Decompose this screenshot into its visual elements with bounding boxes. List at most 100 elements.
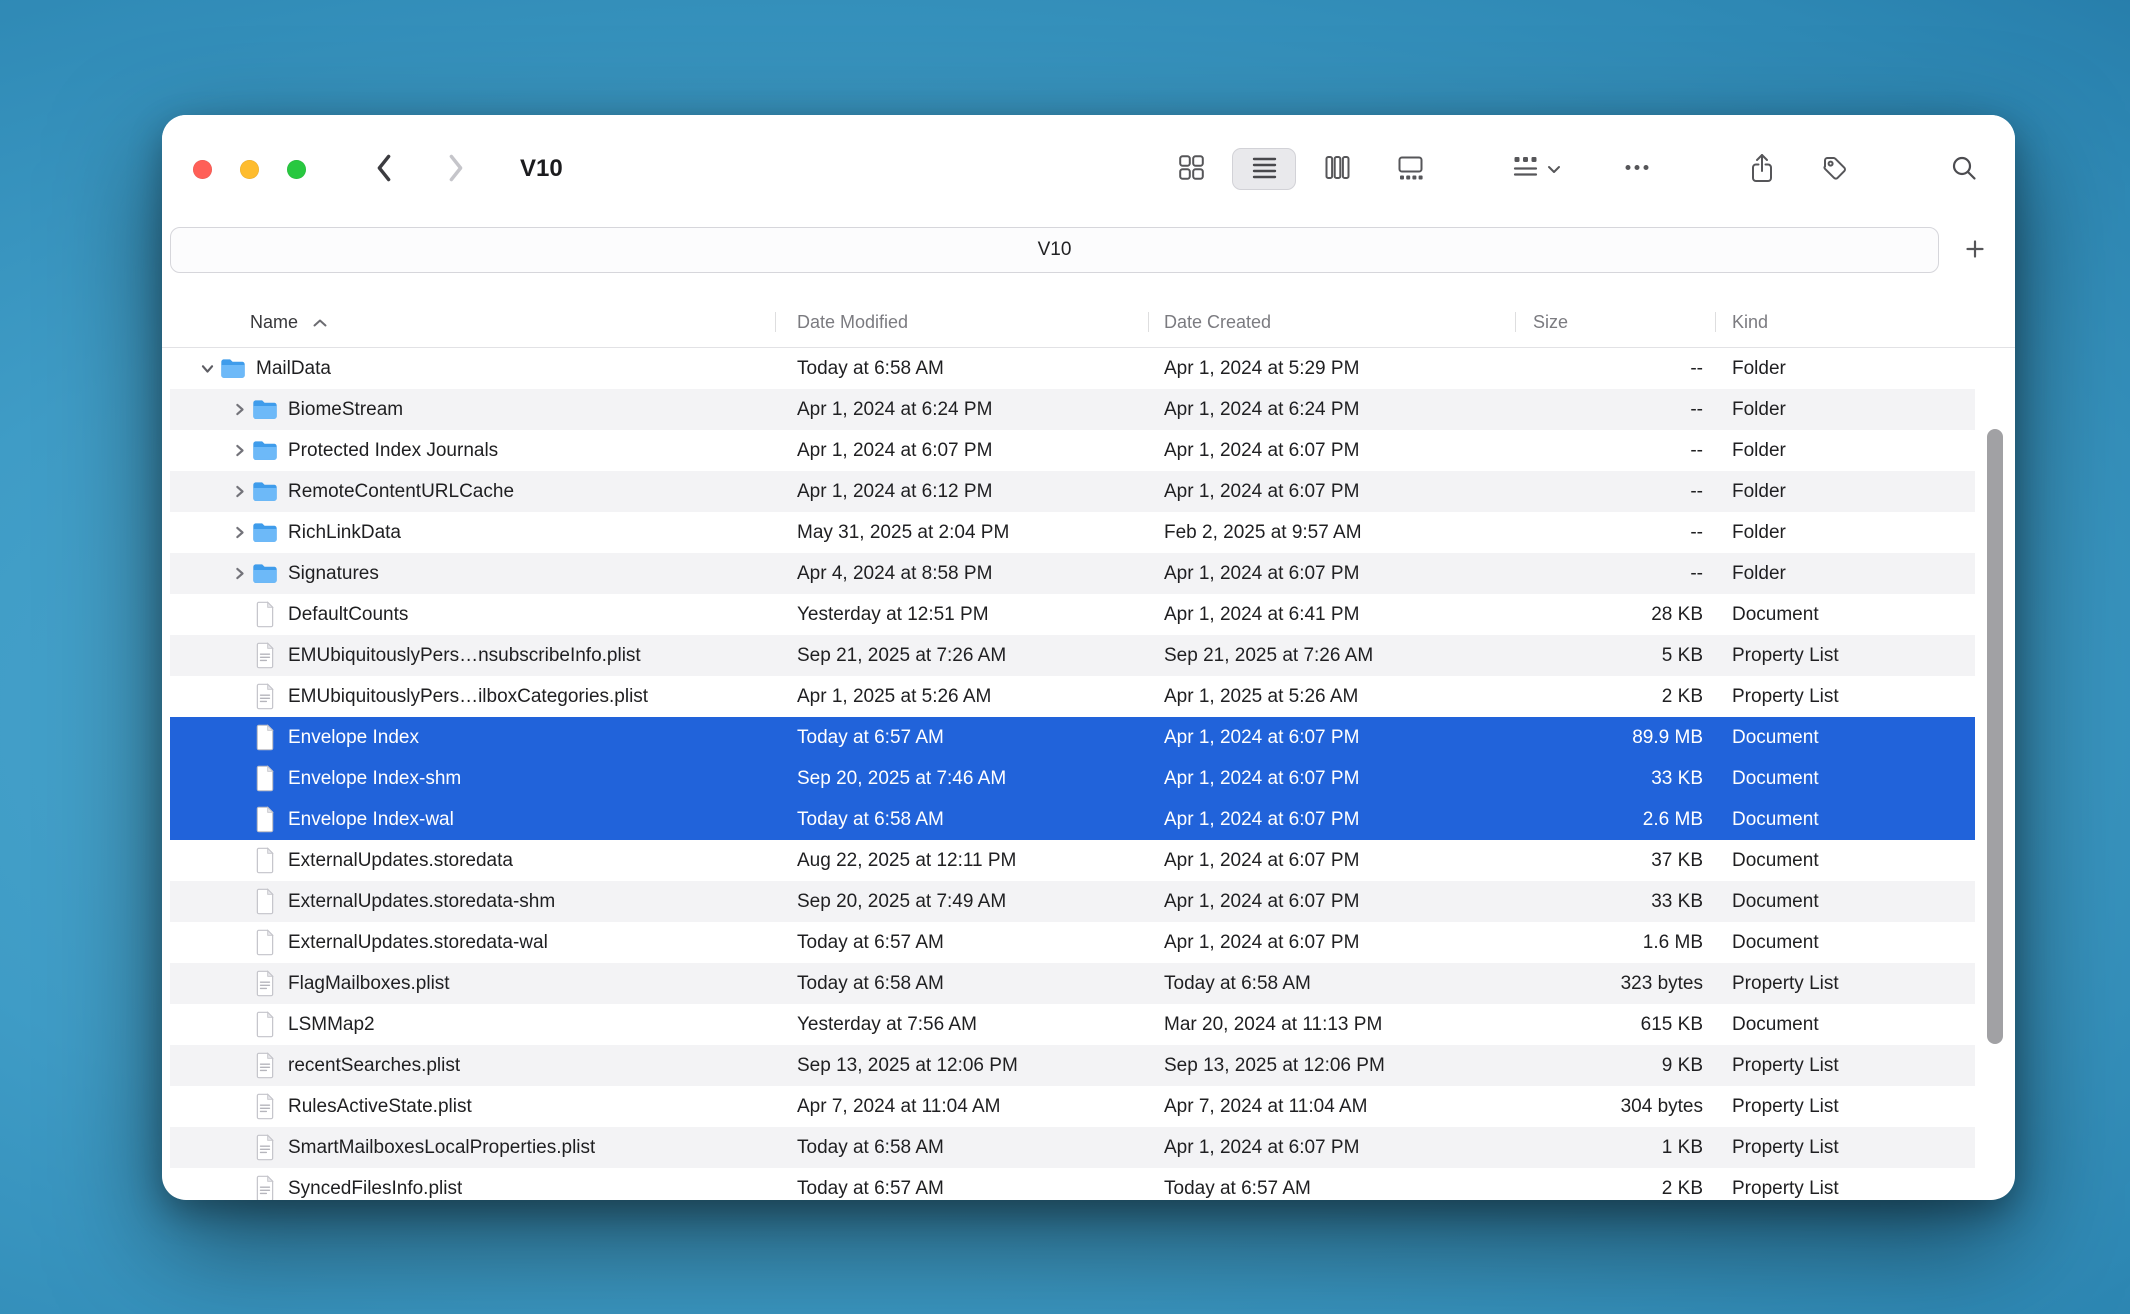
file-date-created: Apr 1, 2024 at 6:07 PM (1148, 758, 1515, 799)
file-row[interactable]: ExternalUpdates.storedata-walToday at 6:… (170, 922, 1975, 963)
file-row[interactable]: RichLinkDataMay 31, 2025 at 2:04 PMFeb 2… (170, 512, 1975, 553)
ellipsis-icon (1623, 154, 1651, 184)
file-row[interactable]: RemoteContentURLCacheApr 1, 2024 at 6:12… (170, 471, 1975, 512)
column-header-date-created[interactable]: Date Created (1148, 297, 1515, 347)
doc-icon (252, 888, 278, 915)
file-row[interactable]: Envelope IndexToday at 6:57 AMApr 1, 202… (170, 717, 1975, 758)
disclosure-closed-icon[interactable] (226, 485, 252, 498)
column-header-label: Date Modified (797, 312, 908, 333)
file-row[interactable]: EMUbiquitouslyPers…nsubscribeInfo.plistS… (170, 635, 1975, 676)
disclosure-closed-icon[interactable] (226, 444, 252, 457)
tags-button[interactable] (1812, 115, 1858, 223)
file-row[interactable]: EMUbiquitouslyPers…ilboxCategories.plist… (170, 676, 1975, 717)
file-row[interactable]: MailDataToday at 6:58 AMApr 1, 2024 at 5… (170, 348, 1975, 389)
disclosure-closed-icon[interactable] (226, 567, 252, 580)
file-list: MailDataToday at 6:58 AMApr 1, 2024 at 5… (170, 348, 1975, 1200)
file-row[interactable]: RulesActiveState.plistApr 7, 2024 at 11:… (170, 1086, 1975, 1127)
disclosure-closed-icon[interactable] (226, 526, 252, 539)
folder-icon (252, 396, 278, 423)
file-date-created: Today at 6:58 AM (1148, 963, 1515, 1004)
file-row[interactable]: ExternalUpdates.storedataAug 22, 2025 at… (170, 840, 1975, 881)
gallery-view-button[interactable] (1378, 148, 1442, 190)
icon-view-button[interactable] (1159, 148, 1223, 190)
plist-icon (252, 1175, 278, 1200)
file-kind: Document (1715, 799, 1975, 840)
file-kind: Document (1715, 594, 1975, 635)
folder-icon (252, 437, 278, 464)
window-controls (193, 115, 306, 223)
column-header-kind[interactable]: Kind (1715, 297, 1975, 347)
file-date-modified: Yesterday at 7:56 AM (775, 1004, 1148, 1045)
file-row[interactable]: FlagMailboxes.plistToday at 6:58 AMToday… (170, 963, 1975, 1004)
list-view-icon (1251, 154, 1278, 184)
file-name: Envelope Index (288, 727, 419, 749)
share-button[interactable] (1739, 115, 1785, 223)
file-name: SmartMailboxesLocalProperties.plist (288, 1137, 595, 1159)
file-row[interactable]: LSMMap2Yesterday at 7:56 AMMar 20, 2024 … (170, 1004, 1975, 1045)
file-name: ExternalUpdates.storedata-wal (288, 932, 548, 954)
group-button[interactable] (1500, 115, 1572, 223)
file-kind: Property List (1715, 1086, 1975, 1127)
file-row[interactable]: BiomeStreamApr 1, 2024 at 6:24 PMApr 1, … (170, 389, 1975, 430)
file-size: -- (1515, 389, 1715, 430)
disclosure-closed-icon[interactable] (226, 403, 252, 416)
disclosure-open-icon[interactable] (194, 362, 220, 375)
search-button[interactable] (1941, 115, 1987, 223)
share-icon (1749, 152, 1775, 187)
file-row[interactable]: recentSearches.plistSep 13, 2025 at 12:0… (170, 1045, 1975, 1086)
doc-icon (252, 806, 278, 833)
file-date-created: Apr 1, 2024 at 6:07 PM (1148, 922, 1515, 963)
file-kind: Document (1715, 922, 1975, 963)
doc-icon (252, 929, 278, 956)
chevron-down-icon (1547, 162, 1561, 177)
file-kind: Folder (1715, 471, 1975, 512)
file-kind: Folder (1715, 389, 1975, 430)
file-name: DefaultCounts (288, 604, 408, 626)
gallery-view-icon (1397, 154, 1424, 184)
column-header-label: Size (1533, 312, 1568, 333)
file-date-modified: Sep 20, 2025 at 7:49 AM (775, 881, 1148, 922)
file-row[interactable]: Protected Index JournalsApr 1, 2024 at 6… (170, 430, 1975, 471)
file-name: ExternalUpdates.storedata-shm (288, 891, 555, 913)
file-size: -- (1515, 348, 1715, 389)
window-title: V10 (520, 115, 563, 223)
new-tab-button[interactable] (1955, 227, 1995, 273)
grid-view-icon (1178, 154, 1205, 184)
column-header-name[interactable]: Name (170, 297, 775, 347)
back-button[interactable] (360, 115, 408, 223)
file-date-modified: Today at 6:58 AM (775, 799, 1148, 840)
file-date-created: Apr 1, 2024 at 6:07 PM (1148, 840, 1515, 881)
column-header-size[interactable]: Size (1515, 297, 1715, 347)
more-options-button[interactable] (1614, 115, 1660, 223)
file-row[interactable]: Envelope Index-shmSep 20, 2025 at 7:46 A… (170, 758, 1975, 799)
file-date-created: Apr 1, 2024 at 6:07 PM (1148, 471, 1515, 512)
tab-bar: V10 (162, 223, 2015, 277)
file-row[interactable]: ExternalUpdates.storedata-shm Sep 20, 202… (170, 881, 1975, 922)
file-date-created: Apr 1, 2024 at 6:07 PM (1148, 881, 1515, 922)
file-row[interactable]: Envelope Index-walToday at 6:58 AMApr 1,… (170, 799, 1975, 840)
minimize-button[interactable] (240, 160, 259, 179)
file-row[interactable]: SignaturesApr 4, 2024 at 8:58 PMApr 1, 2… (170, 553, 1975, 594)
file-size: -- (1515, 512, 1715, 553)
file-size: 89.9 MB (1515, 717, 1715, 758)
file-name: Signatures (288, 563, 379, 585)
close-button[interactable] (193, 160, 212, 179)
sort-ascending-icon (312, 312, 328, 333)
file-row[interactable]: DefaultCountsYesterday at 12:51 PMApr 1,… (170, 594, 1975, 635)
column-header-label: Kind (1732, 312, 1768, 333)
scrollbar-thumb[interactable] (1987, 429, 2003, 1044)
file-row[interactable]: SyncedFilesInfo.plistToday at 6:57 AMTod… (170, 1168, 1975, 1200)
file-size: 2 KB (1515, 1168, 1715, 1200)
column-header-date-modified[interactable]: Date Modified (775, 297, 1148, 347)
file-date-created: Sep 21, 2025 at 7:26 AM (1148, 635, 1515, 676)
tab-v10[interactable]: V10 (170, 227, 1939, 273)
file-size: -- (1515, 553, 1715, 594)
file-row[interactable]: SmartMailboxesLocalProperties.plistToday… (170, 1127, 1975, 1168)
column-view-button[interactable] (1305, 148, 1369, 190)
forward-button[interactable] (432, 115, 480, 223)
file-date-modified: Sep 13, 2025 at 12:06 PM (775, 1045, 1148, 1086)
zoom-button[interactable] (287, 160, 306, 179)
file-kind: Property List (1715, 963, 1975, 1004)
list-view-button[interactable] (1232, 148, 1296, 190)
column-header-label: Name (250, 312, 298, 333)
